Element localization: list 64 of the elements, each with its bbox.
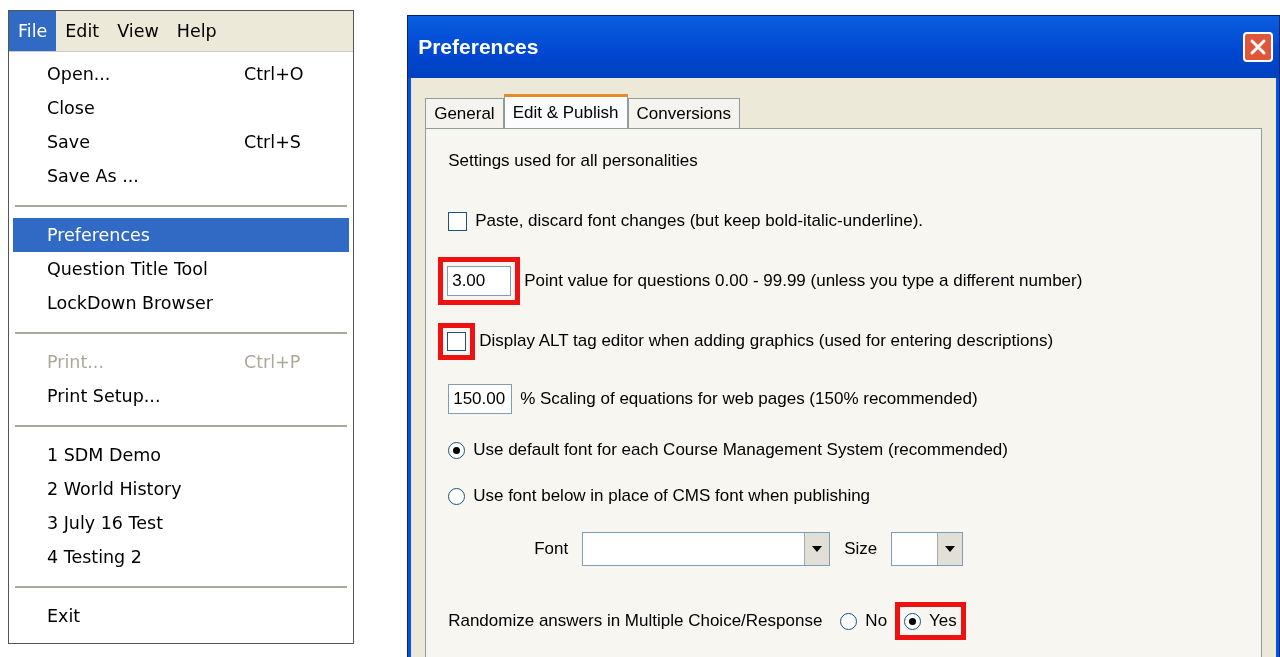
tab[interactable]: Conversions	[627, 98, 740, 128]
menu-item[interactable]: Print Setup...	[13, 379, 350, 413]
radio-label: Use default font for each Course Management System (recommended)	[473, 440, 1008, 460]
menu-item[interactable]: LockDown Browser	[13, 286, 350, 320]
radio-button[interactable]	[840, 612, 858, 630]
menu-item[interactable]: Question Title Tool	[13, 252, 350, 286]
menu-item[interactable]: 3 July 16 Test	[13, 506, 350, 540]
menu-item-label: 4 Testing 2	[47, 547, 143, 567]
menu-title[interactable]: View	[108, 11, 168, 51]
shortcut-label: Ctrl+P	[244, 352, 301, 372]
font-label: Font	[534, 539, 569, 559]
tab[interactable]: General	[425, 98, 504, 128]
menu-item[interactable]: Preferences	[13, 218, 350, 252]
field-label: % Scaling of equations for web pages (150% recommended)	[520, 389, 978, 409]
menu-item-label: 2 World History	[47, 479, 183, 499]
checkbox-label: Paste, discard font changes (but keep bold-italic-underline).	[475, 211, 924, 231]
menu-item[interactable]: 1 SDM Demo	[13, 438, 350, 472]
menu-item-label: Save	[47, 132, 91, 152]
font-dropdown[interactable]	[582, 532, 831, 566]
option-label: Randomize answers in Multiple Choice/Response	[448, 611, 823, 631]
checkbox[interactable]	[448, 211, 468, 231]
menu-title[interactable]: Edit	[56, 11, 109, 51]
menu-title[interactable]: Help	[167, 11, 226, 51]
field-label: Point value for questions 0.00 - 99.99 (unless you type a different number)	[524, 271, 1083, 291]
radio-button[interactable]	[448, 441, 466, 459]
section-heading: Settings used for all personalities	[448, 151, 699, 171]
radio-label: No	[865, 611, 888, 631]
dropdown-arrow-icon	[945, 546, 956, 552]
menu-item[interactable]: Save Ctrl+S	[13, 125, 350, 159]
menu-item[interactable]: 2 World History	[13, 472, 350, 506]
shortcut-label: Ctrl+O	[244, 64, 304, 84]
shortcut-label: Ctrl+S	[244, 132, 301, 152]
menu-item-label: Print...	[47, 352, 105, 372]
tab[interactable]: Edit & Publish	[503, 94, 628, 128]
close-icon	[1249, 38, 1267, 56]
menu-item-label: Preferences	[47, 225, 151, 245]
menu-item[interactable]: Open... Ctrl+O	[13, 57, 350, 91]
size-dropdown[interactable]	[891, 532, 964, 566]
menu-item-label: Print Setup...	[47, 386, 162, 406]
menu-item-label: 1 SDM Demo	[47, 445, 162, 465]
menu-item[interactable]: 4 Testing 2	[13, 540, 350, 574]
menu-item-label: Exit	[47, 606, 82, 626]
window-title: Preferences	[418, 35, 539, 59]
menu-item-label: LockDown Browser	[47, 293, 214, 313]
menu-title[interactable]: File	[9, 11, 57, 51]
menu-item[interactable]: Close	[13, 91, 350, 125]
menu-item[interactable]: Exit	[13, 599, 350, 633]
checkbox-label: Display ALT tag editor when adding graphics (used for entering descriptions)	[479, 331, 1054, 351]
radio-label: Yes	[929, 611, 957, 631]
menu-item-label: Save As ...	[47, 166, 140, 186]
close-button[interactable]	[1243, 32, 1273, 62]
menu-item[interactable]: Save As ...	[13, 159, 350, 193]
number-field[interactable]: 3.00	[447, 266, 512, 296]
checkbox[interactable]	[447, 331, 467, 351]
menu-item-label: Question Title Tool	[47, 259, 209, 279]
size-label: Size	[844, 539, 878, 559]
menu-item-label: Close	[47, 98, 96, 118]
menu-item-label: Open...	[47, 64, 112, 84]
dropdown-arrow-icon	[812, 546, 823, 552]
radio-button[interactable]	[448, 487, 466, 505]
menu-item-label: 3 July 16 Test	[47, 513, 165, 533]
radio-label: Use font below in place of CMS font when publishing	[473, 486, 871, 506]
radio-button[interactable]	[904, 612, 922, 630]
number-field[interactable]: 150.00	[448, 384, 513, 414]
